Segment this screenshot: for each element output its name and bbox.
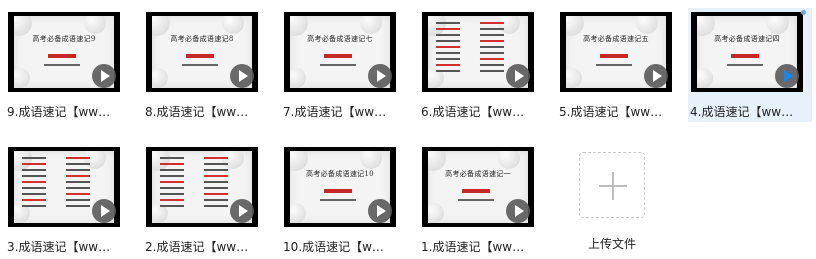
slide-subline	[320, 199, 356, 201]
bubble-decoration	[152, 16, 170, 36]
file-name: 4.成语速记【ww…	[690, 105, 794, 119]
video-thumbnail[interactable]	[146, 147, 258, 227]
play-icon[interactable]	[92, 64, 116, 88]
bubble-decoration	[222, 16, 244, 34]
file-tile[interactable]: 高考必备成语速记四 4.成语速记【ww…	[688, 8, 812, 122]
file-tile[interactable]: 2.成语速记【ww…	[143, 143, 267, 257]
play-icon[interactable]	[92, 199, 116, 223]
selected-dot-icon	[801, 10, 806, 15]
bubble-decoration	[290, 68, 306, 88]
slide-red-bar	[324, 189, 352, 193]
slide-title: 高考必备成语速记一	[445, 170, 511, 178]
bubble-decoration	[566, 68, 582, 88]
slide-text-column	[66, 157, 90, 211]
play-icon[interactable]	[368, 199, 392, 223]
file-name: 9.成语速记【ww…	[7, 105, 111, 119]
file-name: 2.成语速记【ww…	[145, 240, 249, 254]
bubble-decoration	[360, 16, 382, 34]
file-tile[interactable]: 高考必备成语速记9 9.成语速记【ww…	[5, 8, 129, 122]
bubble-decoration	[428, 203, 444, 223]
bubble-decoration	[697, 68, 713, 88]
slide-red-bar	[48, 54, 76, 58]
file-tile[interactable]: 6.成语速记【ww…	[419, 8, 543, 122]
video-thumbnail[interactable]: 高考必备成语速记七	[284, 12, 396, 92]
slide-subline	[727, 64, 763, 66]
slide-subline	[320, 64, 356, 66]
slide-title: 高考必备成语速记四	[714, 35, 780, 43]
play-icon[interactable]	[368, 64, 392, 88]
bubble-decoration	[290, 16, 308, 36]
slide-red-bar	[186, 54, 214, 58]
video-thumbnail[interactable]	[8, 147, 120, 227]
slide-red-bar	[600, 54, 628, 58]
play-icon[interactable]	[230, 64, 254, 88]
file-name: 3.成语速记【ww…	[7, 240, 111, 254]
slide-red-bar	[324, 54, 352, 58]
bubble-decoration	[84, 16, 106, 34]
bubble-decoration	[290, 151, 308, 171]
file-tile[interactable]: 3.成语速记【ww…	[5, 143, 129, 257]
file-name: 10.成语速记【w…	[283, 240, 384, 254]
slide-subline	[458, 199, 494, 201]
bubble-decoration	[290, 203, 306, 223]
slide-text-column	[436, 22, 460, 76]
file-name: 8.成语速记【ww…	[145, 105, 249, 119]
slide-text-column	[160, 157, 184, 211]
file-name: 7.成语速记【ww…	[283, 105, 387, 119]
file-tile[interactable]: 高考必备成语速记七 7.成语速记【ww…	[281, 8, 405, 122]
bubble-decoration	[697, 16, 715, 36]
bubble-decoration	[14, 16, 32, 36]
video-thumbnail[interactable]: 高考必备成语速记五	[560, 12, 672, 92]
video-thumbnail[interactable]: 高考必备成语速记四	[691, 12, 803, 92]
bubble-decoration	[428, 151, 446, 171]
bubble-decoration	[566, 16, 584, 36]
slide-red-bar	[462, 189, 490, 193]
file-name: 6.成语速记【ww…	[421, 105, 525, 119]
slide-red-bar	[731, 54, 759, 58]
slide-subline	[182, 64, 218, 66]
bubble-decoration	[360, 151, 382, 169]
file-tile[interactable]: 高考必备成语速记8 8.成语速记【ww…	[143, 8, 267, 122]
slide-title: 高考必备成语速记8	[170, 35, 234, 43]
video-thumbnail[interactable]	[422, 12, 534, 92]
video-thumbnail[interactable]: 高考必备成语速记一	[422, 147, 534, 227]
play-icon[interactable]	[644, 64, 668, 88]
file-tile[interactable]: 高考必备成语速记一 1.成语速记【ww…	[419, 143, 543, 257]
plus-icon-vertical	[612, 172, 614, 200]
bubble-decoration	[636, 16, 658, 34]
slide-subline	[596, 64, 632, 66]
slide-title: 高考必备成语速记五	[583, 35, 649, 43]
play-icon[interactable]	[506, 199, 530, 223]
slide-text-column	[204, 157, 228, 211]
bubble-decoration	[767, 16, 789, 34]
bubble-decoration	[152, 68, 168, 88]
video-thumbnail[interactable]: 高考必备成语速记10	[284, 147, 396, 227]
video-thumbnail[interactable]: 高考必备成语速记9	[8, 12, 120, 92]
play-icon[interactable]	[506, 64, 530, 88]
video-thumbnail[interactable]: 高考必备成语速记8	[146, 12, 258, 92]
upload-button[interactable]	[579, 152, 645, 218]
file-tile[interactable]: 高考必备成语速记10 10.成语速记【w…	[281, 143, 405, 257]
slide-title: 高考必备成语速记七	[307, 35, 373, 43]
slide-title: 高考必备成语速记10	[306, 170, 374, 178]
file-name: 1.成语速记【ww…	[421, 240, 525, 254]
slide-text-column	[22, 157, 46, 211]
slide-subline	[44, 64, 80, 66]
play-icon[interactable]	[775, 64, 799, 88]
upload-label: 上传文件	[587, 237, 636, 251]
play-icon[interactable]	[230, 199, 254, 223]
bubble-decoration	[498, 151, 520, 169]
file-name: 5.成语速记【ww…	[559, 105, 663, 119]
slide-title: 高考必备成语速记9	[32, 35, 96, 43]
file-tile[interactable]: 高考必备成语速记五 5.成语速记【ww…	[557, 8, 681, 122]
slide-text-column	[480, 22, 504, 76]
bubble-decoration	[14, 68, 30, 88]
